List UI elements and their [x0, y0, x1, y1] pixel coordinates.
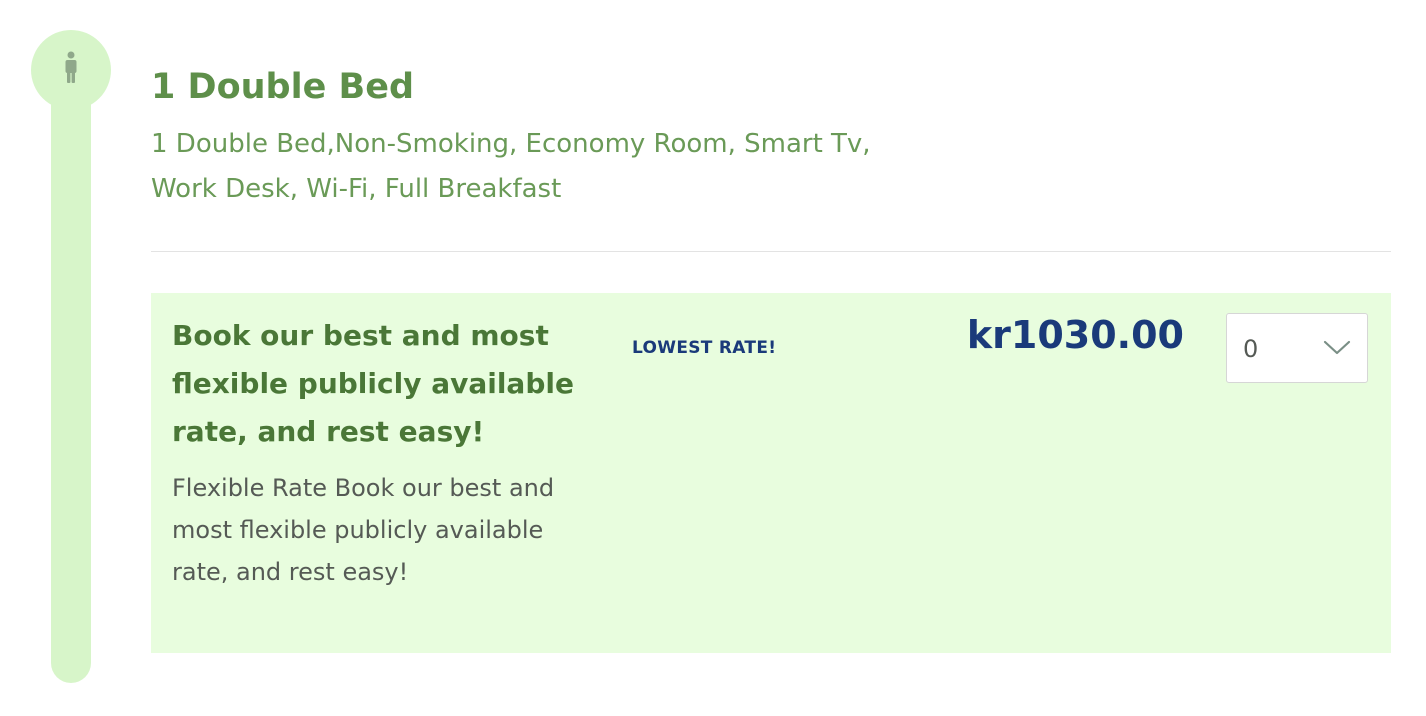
person-icon	[63, 51, 79, 85]
lowest-rate-badge: LOWEST RATE!	[632, 338, 777, 358]
rate-price: kr1030.00	[966, 313, 1184, 357]
room-amenities-line-1: 1 Double Bed,Non-Smoking, Economy Room, …	[151, 129, 871, 159]
room-amenities-line-2: Work Desk, Wi-Fi, Full Breakfast	[151, 174, 562, 204]
room-title: 1 Double Bed	[151, 67, 414, 107]
rate-description: Flexible Rate Book our best and most fle…	[172, 474, 555, 586]
divider	[151, 251, 1391, 252]
occupancy-badge	[31, 30, 111, 110]
quantity-select[interactable]: 0	[1226, 313, 1368, 383]
room-listing: 1 Double Bed 1 Double Bed,Non-Smoking, E…	[0, 0, 1426, 716]
chevron-down-icon	[1323, 340, 1351, 360]
rate-option: Book our best and most flexible publicly…	[151, 293, 1391, 653]
occupancy-rail	[51, 60, 91, 683]
rate-headline: Book our best and most flexible publicly…	[172, 319, 574, 448]
room-amenities: 1 Double Bed,Non-Smoking, Economy Room, …	[151, 122, 1011, 212]
quantity-value: 0	[1243, 335, 1259, 363]
